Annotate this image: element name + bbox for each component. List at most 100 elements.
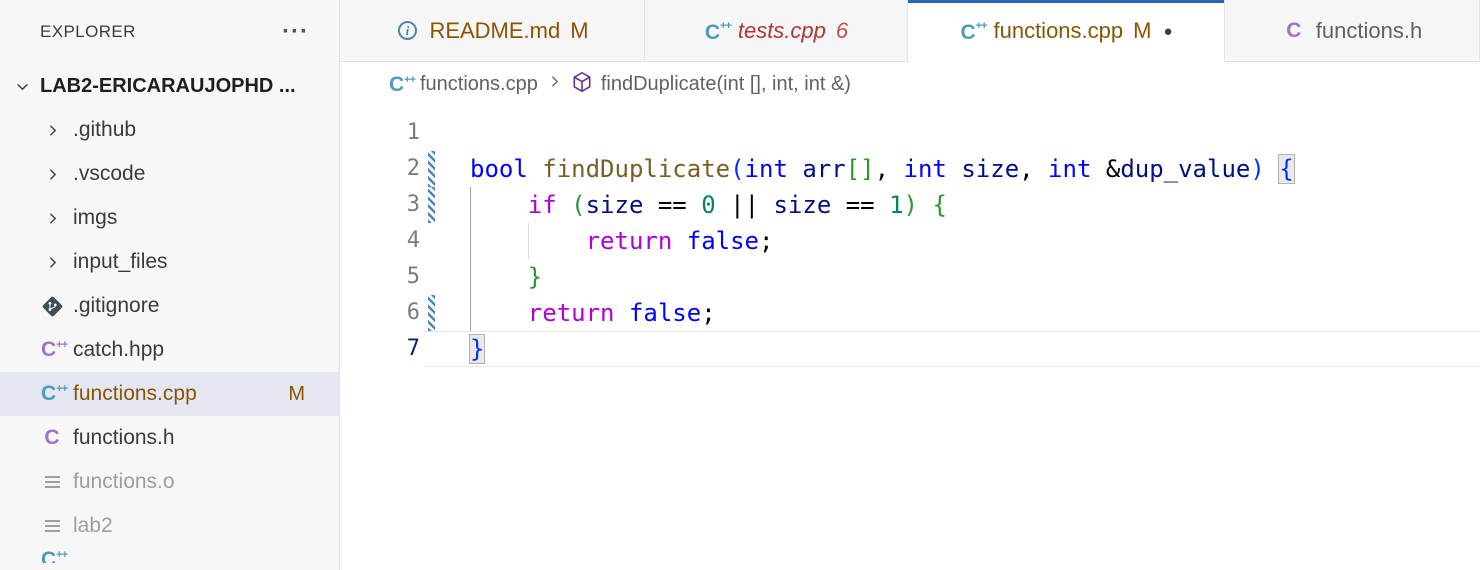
code-line-6: 6 return false;: [340, 295, 1480, 331]
indent-guide: [470, 259, 471, 295]
code-token: (: [730, 155, 744, 183]
gutter-modified-indicator[interactable]: [428, 151, 435, 187]
doc-icon: [40, 470, 64, 494]
tree-item-input_files[interactable]: input_files: [0, 240, 339, 284]
code-line-4: 4 return false;: [340, 223, 1480, 259]
tree-item-imgs[interactable]: imgs: [0, 196, 339, 240]
code-editor[interactable]: 12bool findDuplicate(int arr[], int size…: [340, 107, 1480, 570]
code-token: bool: [470, 155, 528, 183]
tree-item-catch.hpp[interactable]: C++catch.hpp: [0, 328, 339, 372]
code-token: [687, 191, 701, 219]
code-token: 1: [889, 191, 903, 219]
code-token: ): [1250, 155, 1264, 183]
tree-item-functions.o[interactable]: functions.o: [0, 460, 339, 504]
code-token: return: [528, 299, 615, 327]
indent-guide: [470, 187, 471, 223]
code-token: int: [904, 155, 947, 183]
code-line-content[interactable]: }: [470, 331, 1480, 367]
code-token: [470, 191, 528, 219]
cpp-blue-icon: C++: [40, 548, 64, 563]
tree-item-label: functions.o: [73, 470, 175, 494]
breadcrumb-file-segment[interactable]: C++ functions.cpp: [388, 73, 538, 97]
code-line-content[interactable]: [470, 115, 1480, 151]
code-line-3: 3 if (size == 0 || size == 1) {: [340, 187, 1480, 223]
code-token: ==: [658, 191, 687, 219]
root-folder-row[interactable]: LAB2-ERICARAUJOPHD ...: [0, 64, 339, 108]
sidebar-header: EXPLORER ···: [0, 0, 339, 64]
tree-item-label: .gitignore: [73, 294, 159, 318]
tab-functions-h[interactable]: Cfunctions.h: [1225, 0, 1480, 62]
git-icon: [40, 294, 64, 318]
tree-item-label: catch.hpp: [73, 338, 164, 362]
code-token: [716, 191, 730, 219]
git-status-badge: M: [288, 383, 305, 406]
code-token: size: [961, 155, 1019, 183]
cpp-blue-icon: C++: [704, 19, 728, 43]
code-token: ||: [730, 191, 759, 219]
code-line-5: 5 }: [340, 259, 1480, 295]
line-number[interactable]: 6: [340, 295, 420, 331]
line-number[interactable]: 4: [340, 223, 420, 259]
tab-badge: M: [1133, 18, 1151, 44]
tab-badge: 6: [836, 18, 848, 44]
code-line-content[interactable]: return false;: [470, 295, 1480, 331]
cpp-blue-icon: C++: [959, 19, 983, 43]
tree-item-functions.cpp[interactable]: C++ functions.cpp M: [0, 372, 339, 416]
code-token: ): [904, 191, 918, 219]
code-token: }: [528, 263, 542, 291]
tree-item-label: .vscode: [73, 162, 145, 186]
line-number[interactable]: 5: [340, 259, 420, 295]
line-number[interactable]: 2: [340, 151, 420, 187]
code-token: int: [1048, 155, 1091, 183]
tab-label: functions.h: [1316, 18, 1422, 44]
chevron-right-icon: [40, 206, 64, 230]
tree-item-label: functions.cpp: [73, 382, 197, 406]
cpp-file-icon: C++: [388, 73, 412, 97]
code-token: []: [846, 155, 875, 183]
info-icon: i: [395, 19, 419, 43]
code-line-content[interactable]: }: [470, 259, 1480, 295]
doc-icon: [40, 514, 64, 538]
tree-item-.github[interactable]: .github: [0, 108, 339, 152]
tab-badge: M: [570, 18, 588, 44]
tree-item-label: input_files: [73, 250, 168, 274]
cpp-blue-icon: C++: [40, 382, 64, 406]
tab-README-md[interactable]: iREADME.mdM: [340, 0, 645, 62]
tab-label: functions.cpp: [993, 18, 1123, 44]
code-token: ,: [875, 155, 904, 183]
breadcrumb-symbol-segment[interactable]: findDuplicate(int [], int, int &): [571, 71, 851, 99]
code-token: if: [528, 191, 557, 219]
line-number[interactable]: 7: [340, 331, 420, 367]
code-line-7: 7}: [340, 331, 1480, 367]
line-number[interactable]: 3: [340, 187, 420, 223]
tab-functions-cpp[interactable]: C++ functions.cpp M ●: [908, 0, 1225, 62]
explorer-actions-button[interactable]: ···: [282, 27, 309, 37]
tab-tests-cpp[interactable]: C++ tests.cpp 6: [645, 0, 908, 62]
code-token: dup_value: [1120, 155, 1250, 183]
code-token: [831, 191, 845, 219]
code-token: [643, 191, 657, 219]
tree-item-functions.h[interactable]: Cfunctions.h: [0, 416, 339, 460]
cpp-blue-icon: C++: [388, 73, 412, 97]
tab-bar: iREADME.mdM C++ tests.cpp 6 C++ functions.cpp…: [340, 0, 1480, 62]
tree-item-.gitignore[interactable]: .gitignore: [0, 284, 339, 328]
code-line-content[interactable]: return false;: [470, 223, 1480, 259]
tree-item-partial[interactable]: C++: [0, 548, 339, 563]
tab-label: tests.cpp: [738, 18, 826, 44]
code-token: [1091, 155, 1105, 183]
dirty-dot-close-button[interactable]: ●: [1163, 23, 1172, 40]
code-token: [918, 191, 932, 219]
tree-item-label: lab2: [73, 514, 113, 538]
code-token: [528, 155, 542, 183]
tree-item-lab2[interactable]: lab2: [0, 504, 339, 548]
tree-item-label: .github: [73, 118, 136, 142]
line-number[interactable]: 1: [340, 115, 420, 151]
gutter-modified-indicator[interactable]: [428, 295, 435, 331]
code-token: size: [586, 191, 644, 219]
code-token: {: [932, 191, 946, 219]
sidebar-title: EXPLORER: [40, 22, 282, 42]
tree-item-.vscode[interactable]: .vscode: [0, 152, 339, 196]
gutter-modified-indicator[interactable]: [428, 187, 435, 223]
code-line-content[interactable]: bool findDuplicate(int arr[], int size, …: [470, 151, 1480, 187]
code-line-content[interactable]: if (size == 0 || size == 1) {: [470, 187, 1480, 223]
